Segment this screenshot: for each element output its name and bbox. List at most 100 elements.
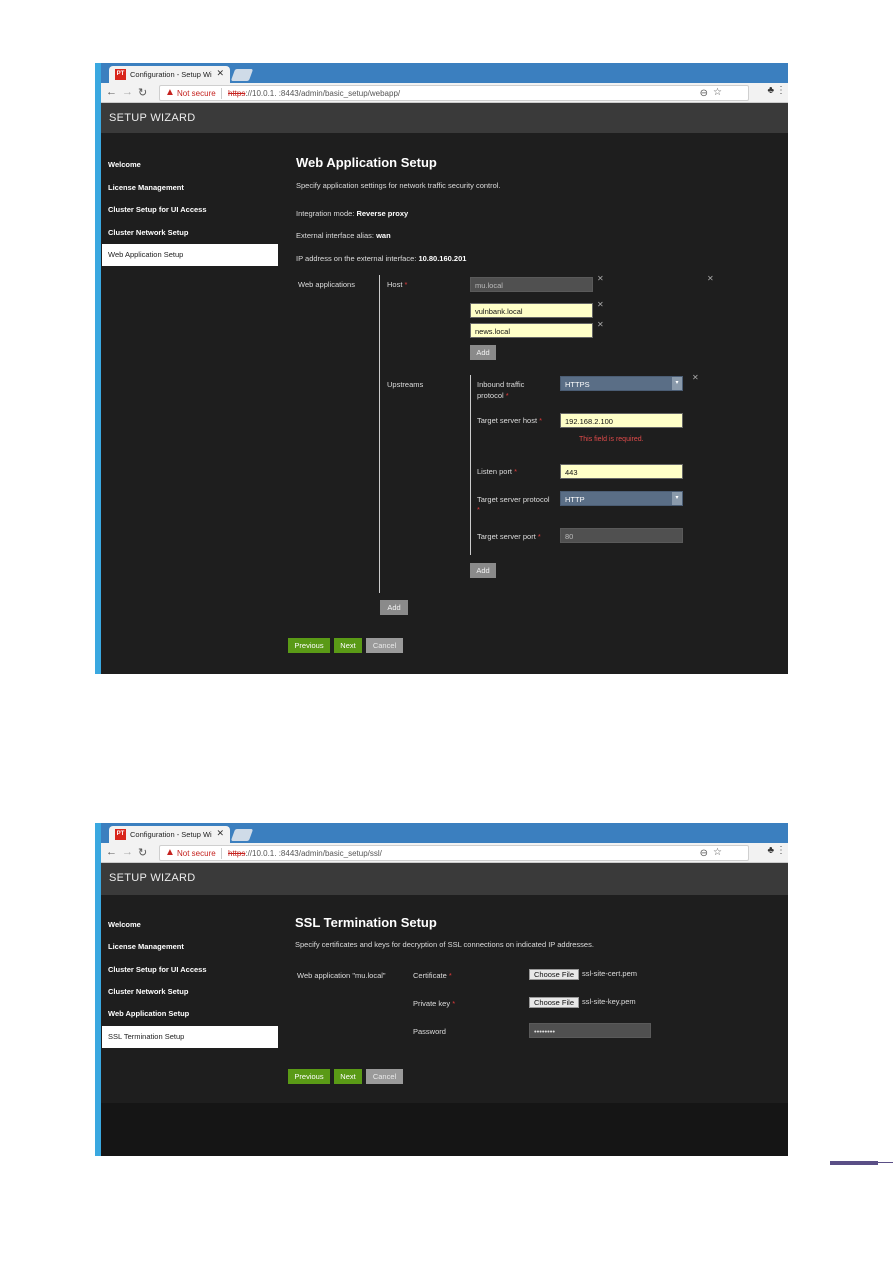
sidebar-item-cluster-network[interactable]: Cluster Network Setup xyxy=(108,228,188,237)
pt-favicon-icon: PT xyxy=(115,69,126,80)
target-port-label: Target server port * xyxy=(477,532,541,541)
page-title: Web Application Setup xyxy=(296,155,437,170)
inbound-protocol-select[interactable]: HTTPS ▾ xyxy=(560,376,683,391)
upstreams-divider xyxy=(470,375,471,555)
password-input[interactable]: •••••••• xyxy=(529,1023,651,1038)
back-icon[interactable]: ← xyxy=(106,86,117,98)
upstreams-label: Upstreams xyxy=(387,380,424,389)
listen-port-label: Listen port * xyxy=(477,467,518,476)
url-divider xyxy=(221,848,222,859)
password-label: Password xyxy=(413,1027,446,1036)
web-app-label: Web application "mu.local" xyxy=(297,971,386,980)
choose-certificate-button[interactable]: Choose File xyxy=(529,969,580,980)
not-secure-label: Not secure xyxy=(177,89,216,98)
target-host-input[interactable]: 192.168.2.100 xyxy=(560,413,683,428)
tab-title: Configuration - Setup Wi xyxy=(130,830,212,839)
choose-key-button[interactable]: Choose File xyxy=(529,997,580,1008)
target-protocol-select[interactable]: HTTP ▾ xyxy=(560,491,683,506)
sidebar-item-cluster-network[interactable]: Cluster Network Setup xyxy=(108,987,188,996)
host-input-3[interactable]: news.local xyxy=(470,323,593,338)
url-divider xyxy=(221,88,222,99)
new-tab-button[interactable] xyxy=(230,829,254,841)
zoom-icon[interactable]: ⊖ xyxy=(700,88,708,99)
sidebar-item-ssl[interactable]: SSL Termination Setup xyxy=(102,1026,278,1048)
zoom-icon[interactable]: ⊖ xyxy=(700,848,708,859)
target-protocol-label: Target server protocol xyxy=(477,495,550,504)
cancel-button[interactable]: Cancel xyxy=(366,1069,403,1084)
browser-tab-bar: PT Configuration - Setup Wi ✕ xyxy=(101,63,788,83)
sidebar-item-webapp[interactable]: Web Application Setup xyxy=(102,244,278,266)
tab-title: Configuration - Setup Wi xyxy=(130,70,212,79)
host-input-2[interactable]: vulnbank.local xyxy=(470,303,593,318)
sidebar-item-license[interactable]: License Management xyxy=(108,942,184,951)
header-title: SETUP WIZARD xyxy=(109,112,196,124)
sidebar-item-welcome[interactable]: Welcome xyxy=(108,920,141,929)
menu-icon[interactable]: ⋮ xyxy=(776,845,786,856)
listen-port-input[interactable]: 443 xyxy=(560,464,683,479)
integration-mode: Integration mode: Reverse proxy xyxy=(296,209,409,218)
extension-icon[interactable]: ♣ xyxy=(767,85,774,96)
sidebar-item-cluster-ui[interactable]: Cluster Setup for UI Access xyxy=(108,205,207,214)
app-header: SETUP WIZARD xyxy=(101,863,788,895)
header-title: SETUP WIZARD xyxy=(109,872,196,884)
extension-icon[interactable]: ♣ xyxy=(767,845,774,856)
validation-error: This field is required. xyxy=(579,436,644,443)
add-upstream-button[interactable]: Add xyxy=(470,563,496,578)
host-input-1[interactable]: mu.local xyxy=(470,277,593,292)
close-icon[interactable]: ✕ xyxy=(216,68,224,79)
reload-icon[interactable]: ↻ xyxy=(138,846,147,859)
add-host-button[interactable]: Add xyxy=(470,345,496,360)
sidebar-item-webapp[interactable]: Web Application Setup xyxy=(108,1009,189,1018)
certificate-filename: ssl-site-cert.pem xyxy=(582,969,638,978)
next-button[interactable]: Next xyxy=(334,638,362,653)
previous-button[interactable]: Previous xyxy=(288,638,330,653)
new-tab-button[interactable] xyxy=(230,69,254,81)
target-port-input[interactable]: 80 xyxy=(560,528,683,543)
address-bar[interactable]: ▲ Not secure https://10.0.1. :8443/admin… xyxy=(159,85,749,101)
remove-host-icon[interactable]: ✕ xyxy=(597,274,604,283)
host-label: Host * xyxy=(387,280,408,289)
chevron-down-icon: ▾ xyxy=(672,492,682,505)
sidebar-item-license[interactable]: License Management xyxy=(108,183,184,192)
star-icon[interactable]: ☆ xyxy=(713,847,722,858)
web-apps-divider xyxy=(379,275,380,593)
web-applications-label: Web applications xyxy=(298,280,355,289)
warning-icon: ▲ xyxy=(165,87,175,98)
inbound-protocol-label-2: protocol * xyxy=(477,391,509,400)
close-icon[interactable]: ✕ xyxy=(216,828,224,839)
cancel-button[interactable]: Cancel xyxy=(366,638,403,653)
sidebar-item-welcome[interactable]: Welcome xyxy=(108,160,141,169)
add-webapp-button[interactable]: Add xyxy=(380,600,408,615)
remove-upstream-icon[interactable]: ✕ xyxy=(692,373,699,382)
page-title: SSL Termination Setup xyxy=(295,915,437,930)
remove-host-icon[interactable]: ✕ xyxy=(597,320,604,329)
star-icon[interactable]: ☆ xyxy=(713,87,722,98)
url-text: https://10.0.1. :8443/admin/basic_setup/… xyxy=(228,89,401,98)
inbound-protocol-label: Inbound traffic xyxy=(477,380,525,389)
address-bar[interactable]: ▲ Not secure https://10.0.1. :8443/admin… xyxy=(159,845,749,861)
external-ip: IP address on the external interface: 10… xyxy=(296,254,467,263)
key-filename: ssl-site-key.pem xyxy=(582,997,636,1006)
browser-tab-bar: PT Configuration - Setup Wi ✕ xyxy=(101,823,788,843)
page-footer-bar xyxy=(830,1161,878,1165)
back-icon[interactable]: ← xyxy=(106,846,117,858)
target-protocol-required: * xyxy=(477,505,480,514)
pt-favicon-icon: PT xyxy=(115,829,126,840)
page-bottom-area xyxy=(101,1103,788,1156)
screenshot-web-application-setup: PT Configuration - Setup Wi ✕ ← → ↻ ▲ No… xyxy=(95,63,788,674)
next-button[interactable]: Next xyxy=(334,1069,362,1084)
browser-tab[interactable]: PT Configuration - Setup Wi ✕ xyxy=(109,826,230,843)
private-key-label: Private key * xyxy=(413,999,456,1008)
sidebar-item-cluster-ui[interactable]: Cluster Setup for UI Access xyxy=(108,965,207,974)
page-subtitle: Specify application settings for network… xyxy=(296,181,501,190)
browser-tab[interactable]: PT Configuration - Setup Wi ✕ xyxy=(109,66,230,83)
remove-host-icon[interactable]: ✕ xyxy=(597,300,604,309)
previous-button[interactable]: Previous xyxy=(288,1069,330,1084)
reload-icon[interactable]: ↻ xyxy=(138,86,147,99)
forward-icon[interactable]: → xyxy=(122,846,133,858)
remove-webapp-icon[interactable]: ✕ xyxy=(707,274,714,283)
certificate-label: Certificate * xyxy=(413,971,452,980)
browser-nav-bar: ← → ↻ ▲ Not secure https://10.0.1. :8443… xyxy=(101,843,788,863)
menu-icon[interactable]: ⋮ xyxy=(776,85,786,96)
forward-icon[interactable]: → xyxy=(122,86,133,98)
